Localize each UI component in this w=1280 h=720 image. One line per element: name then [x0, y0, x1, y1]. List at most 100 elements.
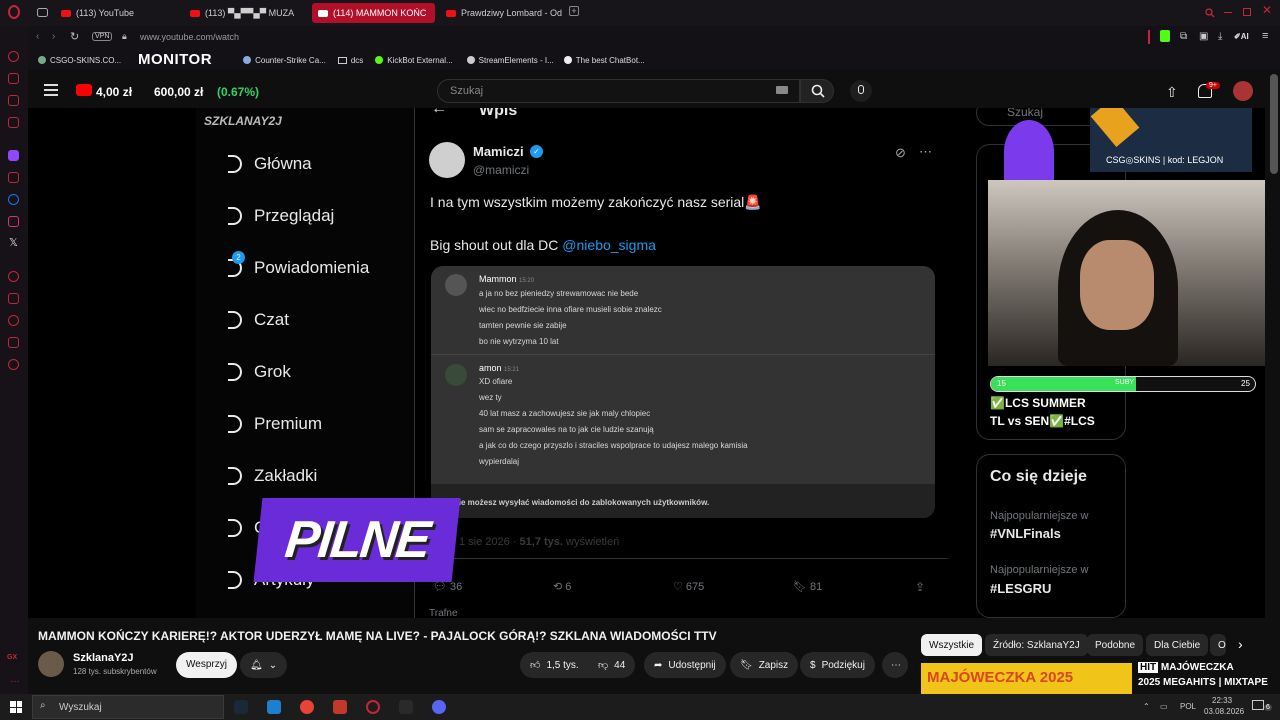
- share-button[interactable]: ➦ Udostępnij: [644, 652, 726, 678]
- player-icon[interactable]: [8, 271, 19, 282]
- search-button[interactable]: [800, 79, 834, 103]
- bookmark-csgo-skins[interactable]: CSGO-SKINS.CO...: [38, 56, 121, 65]
- clock-date[interactable]: 03.08.2026: [1204, 707, 1244, 716]
- chip-all[interactable]: Wszystkie: [921, 634, 982, 656]
- music-icon[interactable]: [8, 117, 19, 128]
- chips-next-icon[interactable]: ›: [1238, 636, 1243, 652]
- video-player[interactable]: SZKLANAY2J Główna Przeglądaj Powiadomien…: [28, 108, 1265, 618]
- tab-switcher-icon[interactable]: [37, 8, 48, 17]
- bookmark-folder-dcs[interactable]: dcs: [337, 56, 363, 65]
- network-icon[interactable]: ▭: [1160, 702, 1168, 711]
- subscribed-bell-button[interactable]: 🔔︎ ⌄: [240, 652, 288, 678]
- share-icon[interactable]: ⇪: [915, 580, 925, 594]
- account-avatar[interactable]: [1233, 81, 1253, 101]
- keyboard-language[interactable]: POL: [1180, 702, 1196, 711]
- more-icon[interactable]: …: [10, 674, 20, 685]
- twitch-icon[interactable]: [8, 150, 19, 161]
- channel-name[interactable]: SzklanaY2J: [73, 652, 134, 664]
- kick-extension-icon[interactable]: [1160, 30, 1170, 42]
- app-icon[interactable]: [267, 700, 281, 714]
- author-name[interactable]: Mamiczi: [473, 144, 524, 159]
- x-nav-chat[interactable]: Czat: [228, 310, 289, 330]
- opera-logo-icon[interactable]: [7, 5, 21, 19]
- tab-prawdziwy-lombard[interactable]: Prawdziwy Lombard - Odc: [440, 3, 562, 23]
- search-tabs-icon[interactable]: [1205, 8, 1215, 18]
- clock-time[interactable]: 22:33: [1212, 696, 1232, 705]
- trend-vnlfinals[interactable]: #VNLFinals: [990, 526, 1061, 541]
- tray-chevron-icon[interactable]: ⌃: [1143, 702, 1150, 711]
- x-nav-notifications[interactable]: Powiadomienia: [228, 258, 369, 278]
- notification-center-icon[interactable]: [1252, 700, 1264, 710]
- opera-gx-icon[interactable]: [366, 700, 380, 714]
- gx-corner-icon[interactable]: [8, 73, 19, 84]
- grok-icon[interactable]: ⊘: [895, 145, 906, 161]
- extensions-icon[interactable]: [8, 337, 19, 348]
- like-button[interactable]: ♡ 675: [673, 580, 704, 593]
- bookmark-kickbot[interactable]: KickBot External...: [375, 56, 453, 65]
- chrome-icon[interactable]: [300, 700, 314, 714]
- chip-more[interactable]: O: [1210, 634, 1226, 656]
- recommended-title-line2[interactable]: 2025 MEGAHITS | MIXTAPE: [1138, 677, 1268, 688]
- trend-lesgru[interactable]: #LESGRU: [990, 581, 1051, 596]
- x-nav-premium[interactable]: Premium: [228, 414, 322, 434]
- percent-icon[interactable]: [8, 172, 19, 183]
- author-handle[interactable]: @mamiczi: [473, 163, 529, 177]
- bookmark-button[interactable]: 🔖︎ 81: [793, 580, 822, 593]
- support-button[interactable]: Wesprzyj: [176, 652, 237, 678]
- tab-muza[interactable]: (113) ▀▄▀▀▄▀ MUZA: [184, 3, 306, 23]
- vpn-badge[interactable]: VPN: [92, 32, 113, 41]
- bookmark-streamelements[interactable]: StreamElements - I...: [466, 56, 554, 65]
- repost-button[interactable]: ⟲ 6: [553, 580, 571, 593]
- x-nav-explore[interactable]: Przeglądaj: [228, 206, 334, 226]
- download-icon[interactable]: ⤓: [1218, 31, 1222, 42]
- forward-icon[interactable]: ›: [52, 31, 55, 42]
- menu-icon[interactable]: ≡: [1262, 30, 1268, 42]
- facebook-messenger-icon[interactable]: [8, 194, 19, 205]
- recommended-title[interactable]: HIT MAJÓWECZKA: [1138, 662, 1234, 673]
- settings-icon[interactable]: [8, 359, 19, 370]
- snapshot-icon[interactable]: ▣: [1199, 31, 1208, 42]
- url-field[interactable]: www.youtube.com/watch: [140, 32, 239, 42]
- back-icon[interactable]: ‹: [36, 31, 39, 42]
- bookmark-chatbot[interactable]: The best ChatBot...: [563, 56, 645, 65]
- new-tab-button[interactable]: +: [569, 6, 579, 16]
- gx-control-icon[interactable]: [8, 51, 19, 62]
- epic-games-icon[interactable]: [399, 700, 413, 714]
- hamburger-menu-icon[interactable]: [44, 84, 58, 96]
- discord-icon[interactable]: [432, 700, 446, 714]
- messenger-icon[interactable]: [8, 95, 19, 106]
- voice-search-button[interactable]: [850, 80, 872, 102]
- upload-icon[interactable]: ⇧: [1166, 84, 1178, 101]
- instagram-icon[interactable]: [8, 216, 19, 227]
- x-twitter-icon[interactable]: 𝕏: [9, 236, 18, 249]
- dislike-video-button[interactable]: 👎︎ 44: [588, 652, 636, 678]
- youtube-logo-icon[interactable]: [76, 84, 92, 96]
- app-icon[interactable]: [333, 700, 347, 714]
- puzzle-icon[interactable]: ⧉: [1180, 31, 1187, 42]
- windows-start-icon[interactable]: [10, 701, 22, 713]
- maximize-icon[interactable]: [1243, 8, 1251, 16]
- author-avatar[interactable]: [429, 142, 465, 178]
- dm-screenshot-image[interactable]: Mammon 15:20 a ja no bez pieniedzy strew…: [431, 266, 935, 518]
- history-icon[interactable]: [8, 315, 19, 326]
- close-window-icon[interactable]: ✕: [1262, 3, 1272, 17]
- page-scrollbar[interactable]: [1270, 74, 1278, 174]
- mention-link[interactable]: @niebo_sigma: [562, 237, 656, 253]
- search-input[interactable]: Szukaj: [437, 79, 800, 103]
- wallet-icon[interactable]: [8, 293, 19, 304]
- bookmark-counter-strike[interactable]: Counter-Strike Ca...: [243, 56, 326, 65]
- thanks-button[interactable]: $ Podziękuj: [800, 652, 875, 678]
- taskbar-search[interactable]: Wyszukaj: [32, 695, 224, 719]
- more-options-icon[interactable]: ⋯: [919, 144, 932, 160]
- x-nav-bookmarks[interactable]: Zakładki: [228, 466, 317, 486]
- x-nav-grok[interactable]: Grok: [228, 362, 291, 382]
- minimize-icon[interactable]: [1224, 12, 1232, 13]
- chip-similar[interactable]: Podobne: [1087, 634, 1144, 656]
- sort-relevant[interactable]: Trafne: [429, 608, 458, 618]
- keyboard-icon[interactable]: [776, 86, 788, 94]
- back-arrow-icon[interactable]: ←: [431, 108, 447, 118]
- aria-ai-button[interactable]: ✐AI: [1234, 32, 1249, 41]
- like-video-button[interactable]: 👍︎ 1,5 tys.: [520, 652, 589, 678]
- more-actions-button[interactable]: ⋯: [882, 652, 908, 678]
- chip-source[interactable]: Źródło: SzklanaY2J: [985, 634, 1088, 656]
